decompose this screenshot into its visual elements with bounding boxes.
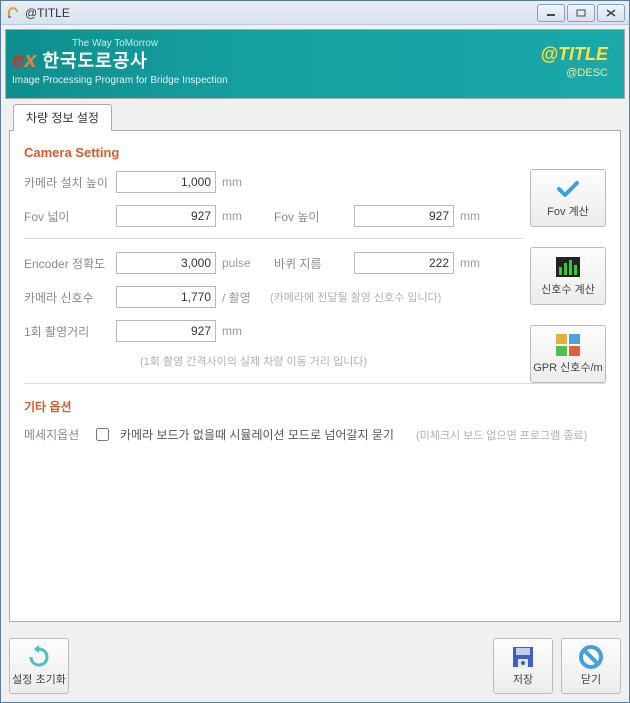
reset-button[interactable]: 설정 초기화 (9, 638, 69, 694)
signal-hint: (카메라에 전달될 촬영 신호수 입니다) (270, 289, 441, 305)
camera-section-title: Camera Setting (24, 145, 524, 160)
content-area: 차량 정보 설정 Camera Setting 카메라 설치 높이 mm Fov… (1, 103, 629, 630)
banner: The Way ToMorrow ex 한국도로공사 Image Process… (5, 29, 625, 99)
gpr-calc-label: GPR 신호수/m (533, 359, 602, 375)
wheel-input[interactable] (354, 252, 454, 274)
image-grid-icon (554, 333, 582, 357)
reset-label: 설정 초기화 (12, 671, 66, 687)
app-window: @TITLE The Way ToMorrow ex 한국도로공사 Image … (0, 0, 630, 703)
minimize-button[interactable] (537, 4, 565, 22)
ex-logo: ex (12, 47, 37, 73)
fov-width-label: Fov 넓이 (24, 208, 116, 225)
banner-title: @TITLE (540, 44, 608, 65)
gpr-calc-button[interactable]: GPR 신호수/m (530, 325, 606, 383)
window-controls (537, 4, 625, 22)
tab-row: 차량 정보 설정 (9, 107, 621, 131)
wheel-label: 바퀴 지름 (274, 255, 354, 272)
signal-calc-button[interactable]: 신호수 계산 (530, 247, 606, 305)
window-title: @TITLE (25, 6, 537, 20)
banner-org: 한국도로공사 (43, 47, 148, 73)
encoder-label: Encoder 정확도 (24, 255, 116, 272)
message-option-row: 메세지옵션 카메라 보드가 없을때 시뮬레이션 모드로 넘어갈지 묻기 (미체크… (24, 425, 606, 444)
encoder-input[interactable] (116, 252, 216, 274)
no-entry-icon (578, 645, 604, 669)
floppy-icon (510, 645, 536, 669)
signal-label: 카메라 신호수 (24, 289, 116, 306)
camera-height-label: 카메라 설치 높이 (24, 174, 116, 191)
fov-calc-button[interactable]: Fov 계산 (530, 169, 606, 227)
fov-height-input[interactable] (354, 205, 454, 227)
signal-input[interactable] (116, 286, 216, 308)
msg-option-label: 메세지옵션 (24, 426, 84, 443)
camera-height-unit: mm (222, 175, 250, 189)
dist-hint: (1회 촬영 간격사이의 실제 차량 이동 거리 입니다) (24, 353, 524, 369)
maximize-button[interactable] (567, 4, 595, 22)
titlebar[interactable]: @TITLE (1, 1, 629, 25)
check-icon (554, 177, 582, 201)
refresh-icon (26, 645, 52, 669)
simulation-prompt-checkbox[interactable] (96, 428, 109, 441)
fov-width-input[interactable] (116, 205, 216, 227)
fov-height-unit: mm (460, 209, 488, 223)
simulation-prompt-hint: (미체크시 보드 없으면 프로그램 종료) (416, 427, 587, 443)
encoder-unit: pulse (222, 256, 251, 270)
fov-calc-label: Fov 계산 (547, 203, 589, 219)
dist-input[interactable] (116, 320, 216, 342)
simulation-prompt-text: 카메라 보드가 없을때 시뮬레이션 모드로 넘어갈지 묻기 (120, 426, 394, 443)
side-buttons: Fov 계산 신호수 계산 GPR 신호수/m (530, 169, 606, 383)
banner-desc: @DESC (540, 67, 608, 79)
banner-subtitle: Image Processing Program for Bridge Insp… (12, 75, 228, 86)
signal-calc-label: 신호수 계산 (541, 281, 595, 297)
bar-chart-icon (554, 255, 582, 279)
divider-2 (24, 383, 606, 384)
wheel-unit: mm (460, 256, 488, 270)
fov-height-label: Fov 높이 (274, 208, 354, 225)
dist-unit: mm (222, 324, 250, 338)
divider (24, 238, 524, 239)
tab-vehicle-settings[interactable]: 차량 정보 설정 (13, 104, 112, 131)
dist-label: 1회 촬영거리 (24, 323, 116, 340)
close-label: 닫기 (581, 671, 601, 687)
app-icon (5, 5, 21, 21)
settings-panel: Camera Setting 카메라 설치 높이 mm Fov 넓이 mm (9, 130, 621, 622)
other-section-title: 기타 옵션 (24, 398, 606, 415)
close-button[interactable] (597, 4, 625, 22)
fov-width-unit: mm (222, 209, 250, 223)
signal-unit: / 촬영 (222, 289, 251, 306)
close-dialog-button[interactable]: 닫기 (561, 638, 621, 694)
camera-height-input[interactable] (116, 171, 216, 193)
save-button[interactable]: 저장 (493, 638, 553, 694)
save-label: 저장 (513, 671, 533, 687)
bottom-bar: 설정 초기화 저장 닫기 (1, 630, 629, 702)
